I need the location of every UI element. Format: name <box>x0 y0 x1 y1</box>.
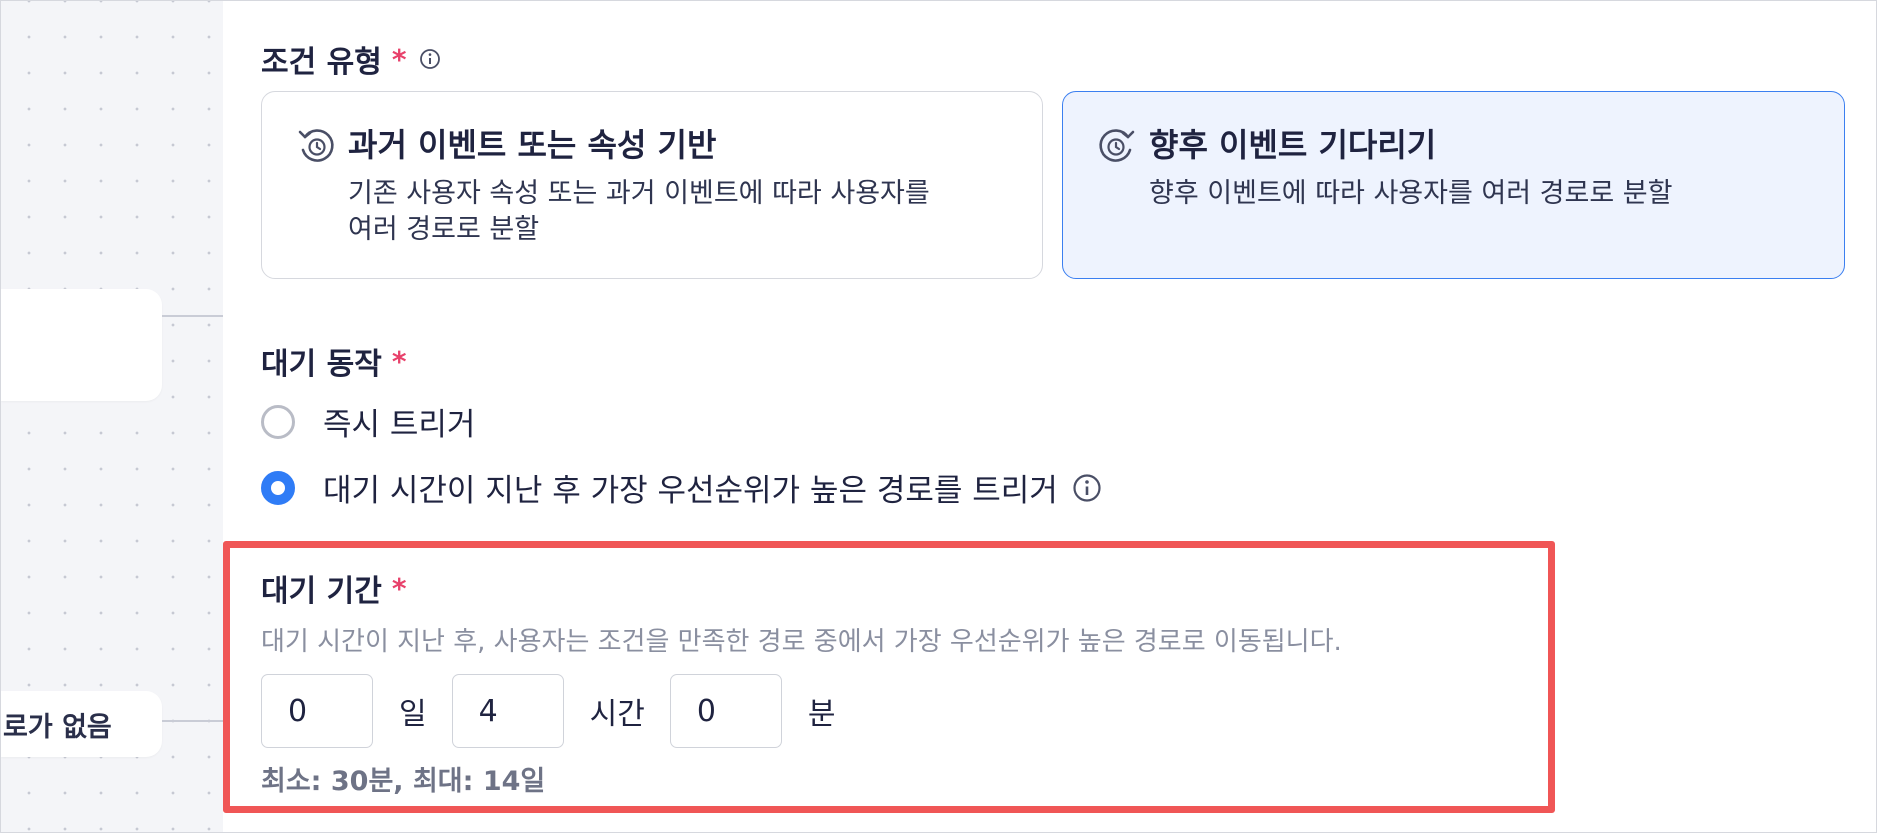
minutes-input[interactable] <box>669 674 782 748</box>
canvas-node[interactable] <box>1 289 162 401</box>
days-unit: 일 <box>399 697 427 732</box>
wait-action-label-row: 대기 동작 * <box>261 339 407 383</box>
radio-button-selected[interactable] <box>261 470 295 505</box>
radio-label: 즉시 트리거 <box>323 407 476 443</box>
node-connector <box>162 720 223 722</box>
required-mark: * <box>391 344 407 378</box>
wait-duration-limits: 최소: 30분, 최대: 14일 <box>261 766 546 797</box>
flow-canvas[interactable]: 로가 없음 <box>1 1 223 832</box>
history-clock-icon <box>296 126 336 170</box>
wait-action-label: 대기 동작 <box>261 347 382 382</box>
required-mark: * <box>391 42 407 76</box>
wait-duration-helper-text: 대기 시간이 지난 후, 사용자는 조건을 만족한 경로 중에서 가장 우선순위… <box>261 627 1342 657</box>
canvas-node-label: 로가 없음 <box>3 711 112 743</box>
condition-type-label: 조건 유형 <box>261 45 382 80</box>
option-description-line: 여러 경로로 분할 <box>348 214 540 245</box>
option-description: 기존 사용자 속성 또는 과거 이벤트에 따라 사용자를 여러 경로로 분할 <box>348 176 930 248</box>
option-description-line: 향후 이벤트에 따라 사용자를 여러 경로로 분할 <box>1149 178 1673 209</box>
wait-duration-inputs: 일 시간 분 <box>261 674 860 748</box>
wait-duration-label-row: 대기 기간 * <box>261 566 407 610</box>
option-title: 향후 이벤트 기다리기 <box>1149 126 1437 164</box>
wait-duration-label: 대기 기간 <box>261 574 382 609</box>
info-icon[interactable] <box>419 48 441 70</box>
required-mark: * <box>391 571 407 605</box>
option-description: 향후 이벤트에 따라 사용자를 여러 경로로 분할 <box>1149 176 1672 212</box>
condition-option-future-events[interactable]: 향후 이벤트 기다리기 향후 이벤트에 따라 사용자를 여러 경로로 분할 <box>1062 91 1845 279</box>
minutes-unit: 분 <box>807 697 836 732</box>
radio-button[interactable] <box>261 404 295 439</box>
info-icon[interactable] <box>1072 473 1102 503</box>
condition-type-label-row: 조건 유형 * <box>261 37 441 81</box>
hours-input[interactable] <box>451 674 564 748</box>
radio-trigger-after-wait[interactable]: 대기 시간이 지난 후 가장 우선순위가 높은 경로를 트리거 <box>261 465 1102 510</box>
future-clock-icon <box>1097 126 1137 170</box>
hours-unit: 시간 <box>589 697 645 732</box>
radio-label: 대기 시간이 지난 후 가장 우선순위가 높은 경로를 트리거 <box>323 473 1058 509</box>
node-connector <box>162 315 223 317</box>
app-frame: 로가 없음 조건 유형 * 과거 이벤트 또는 속성 기반 기존 사용자 속성 … <box>0 0 1877 833</box>
days-input[interactable] <box>261 674 373 748</box>
option-description-line: 기존 사용자 속성 또는 과거 이벤트에 따라 사용자를 <box>348 178 930 209</box>
condition-option-past-events[interactable]: 과거 이벤트 또는 속성 기반 기존 사용자 속성 또는 과거 이벤트에 따라 … <box>261 91 1043 279</box>
canvas-node-no-path[interactable]: 로가 없음 <box>1 691 162 757</box>
option-title: 과거 이벤트 또는 속성 기반 <box>348 126 717 164</box>
radio-trigger-immediately[interactable]: 즉시 트리거 <box>261 399 475 444</box>
